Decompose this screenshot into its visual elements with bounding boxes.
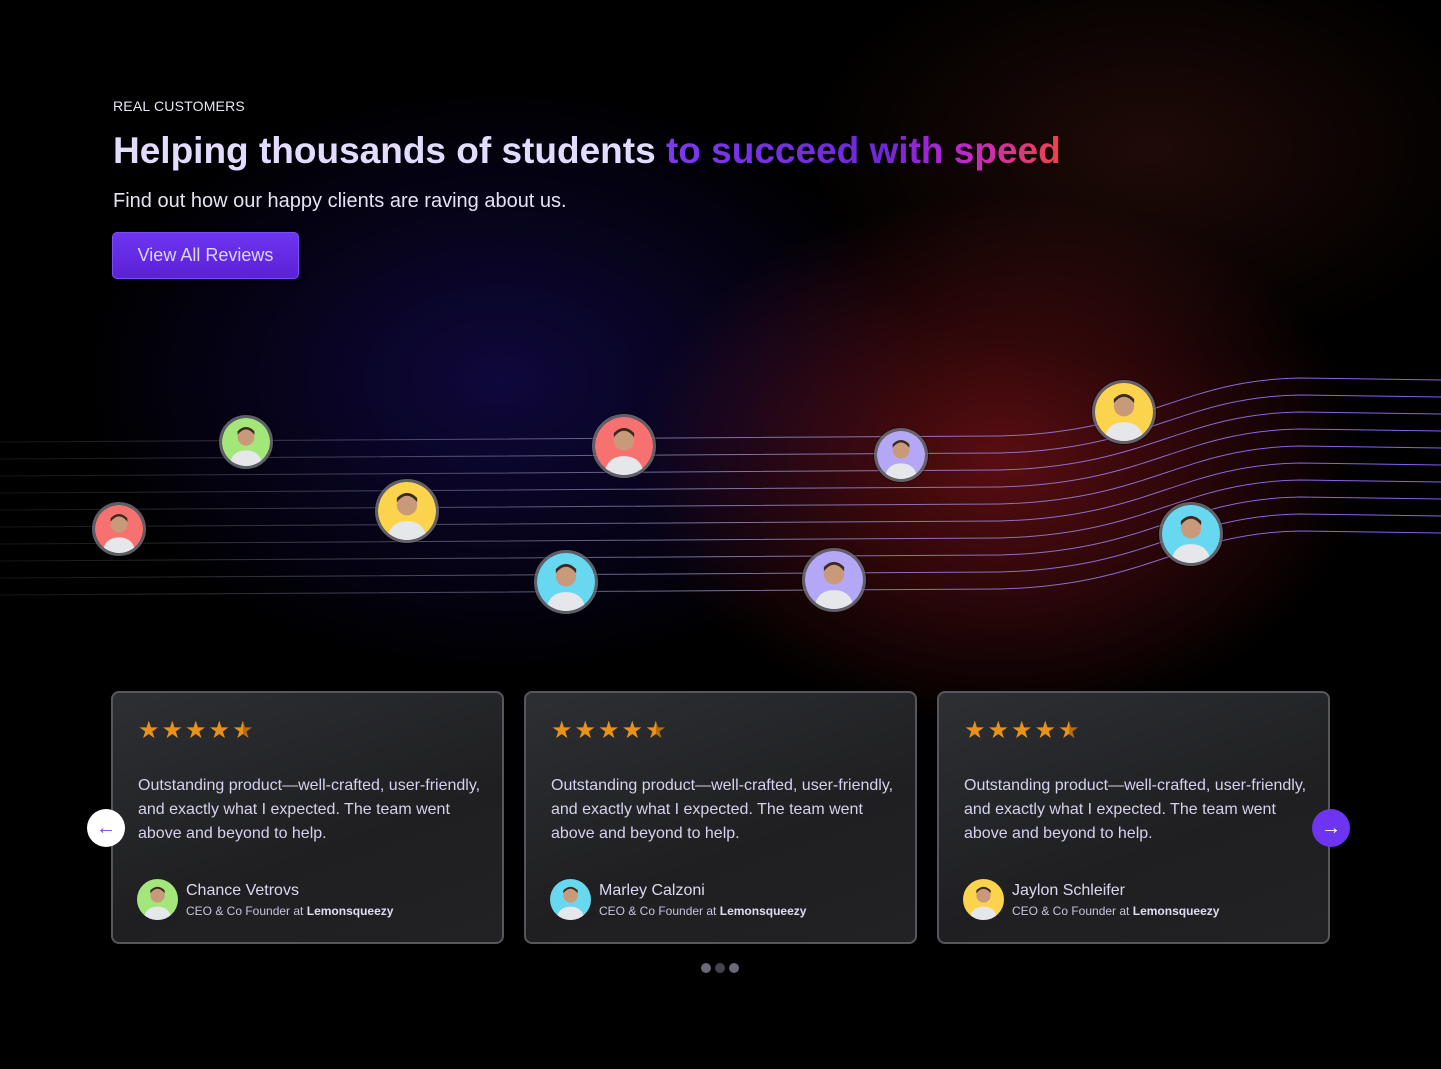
review-text: Outstanding product—well-crafted, user-f… [138,777,481,842]
reviewer-name: Chance Vetrovs [186,881,299,899]
person-icon [550,879,591,920]
star-icon: ★ [621,717,644,744]
avatar [375,479,439,543]
wave-line [0,428,1441,494]
person-icon [595,417,653,475]
review-card: ★ ★ ★ ★ ★ Outstanding product—well-crafted, … [111,691,504,944]
reviewer-name: Marley Calzoni [599,881,705,899]
star-icon: ★ [1034,717,1057,744]
star-icon: ★ [208,717,231,744]
arrow-right-icon: → [1321,816,1341,839]
reviewer-role: CEO & Co Founder at Lemonsqueezy [599,903,807,918]
avatar [92,502,146,556]
company: Lemonsqueezy [306,903,394,918]
review-card: ★ ★ ★ ★ ★ Outstanding product—well-crafted, … [524,691,917,944]
avatar [550,879,591,920]
star-icon: ★ [598,717,620,744]
person-icon [1095,383,1153,441]
reviewer: Chance Vetrovs CEO & Co Founder at Lemons… [137,879,393,920]
star-half-icon: ★ [645,717,667,744]
reviewer-role: CEO & Co Founder at Lemonsqueezy [186,903,394,918]
avatar [592,414,656,478]
avatar [1092,380,1156,444]
star-icon: ★ [138,717,160,744]
star-icon: ★ [987,717,1010,744]
company: Lemonsqueezy [1132,903,1220,918]
wave-line [0,496,1441,562]
avatar [1159,502,1223,566]
pagination-dot-3[interactable] [729,963,739,973]
star-icon: ★ [551,717,573,744]
wave-line [0,445,1441,511]
avatar [874,428,928,482]
star-icon: ★ [161,717,184,744]
wave-line [0,530,1441,596]
person-icon [222,418,270,466]
avatar [219,415,273,469]
review-card: ★ ★ ★ ★ ★ Outstanding product—well-crafted, … [937,691,1330,944]
pagination-dot-1[interactable] [701,963,711,973]
star-icon: ★ [964,717,986,744]
person-icon [137,879,178,920]
wave-line [0,377,1441,443]
reviewer-name: Jaylon Schleifer [1012,881,1125,899]
wave-line [0,462,1441,528]
pagination-dot-2[interactable] [715,963,725,973]
person-icon [378,482,436,540]
avatar [963,879,1004,920]
star-icon: ★ [185,717,207,744]
wave-line [0,513,1441,579]
star-icon: ★ [574,717,597,744]
rating-stars: ★ ★ ★ ★ ★ [964,719,1080,743]
star-half-icon: ★ [1058,717,1080,744]
arrow-left-icon: ← [96,816,116,839]
star-icon: ★ [1011,717,1033,744]
person-icon [805,551,863,609]
person-icon [537,553,595,611]
person-icon [1162,505,1220,563]
company: Lemonsqueezy [719,903,807,918]
wave-line [0,411,1441,477]
avatar [534,550,598,614]
avatar [802,548,866,612]
reviewer-role: CEO & Co Founder at Lemonsqueezy [1012,903,1220,918]
person-icon [963,879,1004,920]
prev-button[interactable]: ← [87,809,125,847]
wave-line [0,394,1441,460]
person-icon [877,431,925,479]
next-button[interactable]: → [1312,809,1350,847]
reviewer: Jaylon Schleifer CEO & Co Founder at Lemo… [963,879,1219,920]
review-text: Outstanding product—well-crafted, user-f… [551,777,894,842]
rating-stars: ★ ★ ★ ★ ★ [551,719,667,743]
person-icon [95,505,143,553]
star-half-icon: ★ [232,717,254,744]
review-text: Outstanding product—well-crafted, user-f… [964,777,1307,842]
pagination-dots [701,963,739,973]
wave-line [0,479,1441,545]
rating-stars: ★ ★ ★ ★ ★ [138,719,254,743]
reviewer: Marley Calzoni CEO & Co Founder at Lemons… [550,879,806,920]
avatar [137,879,178,920]
